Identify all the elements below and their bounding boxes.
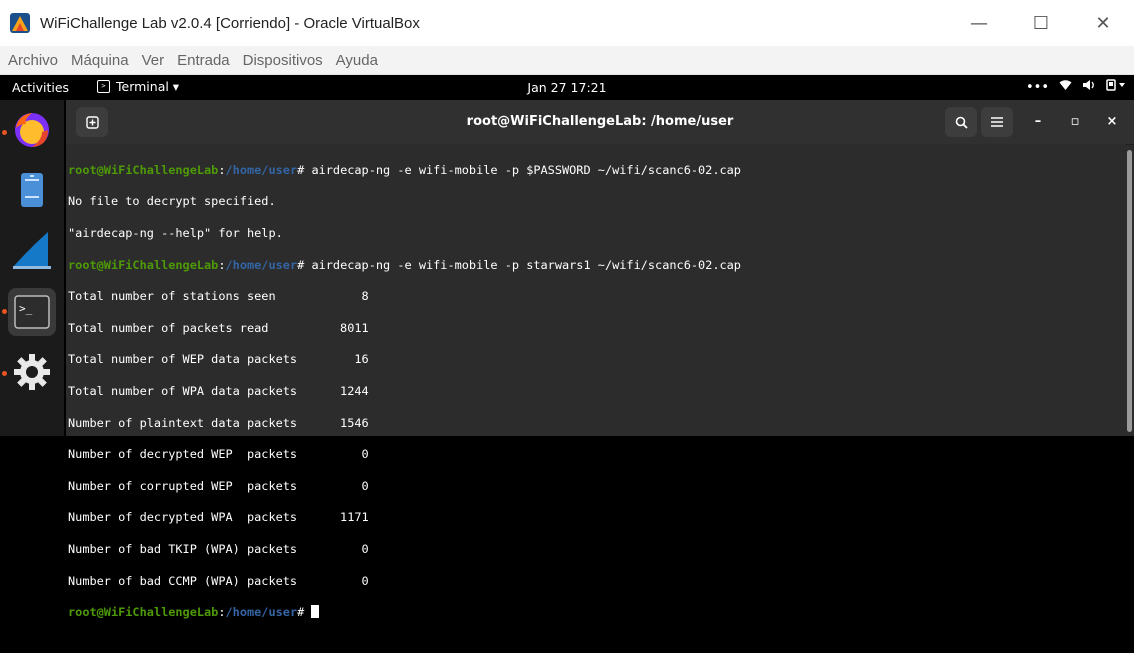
- output-line: No file to decrypt specified.: [68, 194, 276, 209]
- output-line: "airdecap-ng --help" for help.: [68, 225, 283, 240]
- search-button[interactable]: [945, 107, 977, 137]
- stat-line: Number of decrypted WPA packets 1171: [68, 510, 369, 525]
- more-icon[interactable]: •••: [1026, 80, 1049, 95]
- power-icon: [1106, 79, 1126, 95]
- running-indicator: [2, 371, 7, 376]
- terminal-headerbar: root@WiFiChallengeLab: /home/user – ▫ ×: [66, 100, 1134, 145]
- virtualbox-menubar: Archivo Máquina Ver Entrada Dispositivos…: [0, 46, 1134, 75]
- stat-line: Number of decrypted WEP packets 0: [68, 447, 369, 462]
- stat-line: Number of plaintext data packets 1546: [68, 415, 369, 430]
- hamburger-menu-button[interactable]: [981, 107, 1013, 137]
- menu-ver[interactable]: Ver: [142, 52, 165, 69]
- running-indicator: [2, 130, 7, 135]
- command-line: root@WiFiChallengeLab:/home/user#: [68, 605, 741, 621]
- terminal-dock-icon[interactable]: >_: [8, 288, 56, 336]
- files-icon[interactable]: [10, 168, 54, 212]
- stat-line: Number of corrupted WEP packets 0: [68, 478, 369, 493]
- wireshark-icon[interactable]: [10, 228, 54, 272]
- stat-line: Number of bad CCMP (WPA) packets 0: [68, 573, 369, 588]
- menu-dispositivos[interactable]: Dispositivos: [243, 52, 323, 69]
- settings-icon[interactable]: [10, 350, 54, 394]
- stat-line: Number of bad TKIP (WPA) packets 0: [68, 541, 369, 556]
- stat-line: Total number of packets read 8011: [68, 320, 369, 335]
- stat-line: Total number of WEP data packets 16: [68, 352, 369, 367]
- command-line: root@WiFiChallengeLab:/home/user# airdec…: [68, 257, 741, 272]
- text-cursor: [311, 605, 320, 619]
- stat-line: Total number of stations seen 8: [68, 289, 369, 304]
- virtualbox-logo-icon: [9, 12, 31, 34]
- clock[interactable]: Jan 27 17:21: [0, 80, 1134, 95]
- maximize-button[interactable]: ☐: [1010, 0, 1072, 46]
- volume-icon: [1082, 79, 1096, 95]
- terminal-window: root@WiFiChallengeLab: /home/user – ▫ × …: [66, 100, 1134, 619]
- close-button[interactable]: ✕: [1072, 0, 1134, 46]
- gnome-top-bar: Activities > Terminal ▾ Jan 27 17:21 •••: [0, 75, 1134, 100]
- terminal-close-button[interactable]: ×: [1102, 114, 1122, 132]
- terminal-maximize-button[interactable]: ▫: [1065, 114, 1085, 132]
- command-line: root@WiFiChallengeLab:/home/user# airdec…: [68, 162, 741, 177]
- menu-entrada[interactable]: Entrada: [177, 52, 230, 69]
- menu-maquina[interactable]: Máquina: [71, 52, 129, 69]
- window-title: WiFiChallenge Lab v2.0.4 [Corriendo] - O…: [40, 14, 420, 32]
- minimize-button[interactable]: —: [948, 0, 1010, 46]
- svg-text:>_: >_: [19, 302, 33, 315]
- terminal-scrollbar[interactable]: [1127, 150, 1132, 432]
- terminal-output[interactable]: root@WiFiChallengeLab:/home/user# airdec…: [66, 144, 1126, 619]
- running-indicator: [2, 309, 7, 314]
- menu-ayuda[interactable]: Ayuda: [336, 52, 378, 69]
- stat-line: Total number of WPA data packets 1244: [68, 383, 369, 398]
- firefox-icon[interactable]: [10, 108, 54, 152]
- status-area[interactable]: •••: [1026, 79, 1126, 95]
- menu-archivo[interactable]: Archivo: [8, 52, 58, 69]
- terminal-minimize-button[interactable]: –: [1028, 114, 1048, 132]
- dock: >_: [0, 100, 64, 436]
- virtualbox-titlebar: WiFiChallenge Lab v2.0.4 [Corriendo] - O…: [0, 0, 1134, 46]
- wifi-icon: [1059, 79, 1072, 95]
